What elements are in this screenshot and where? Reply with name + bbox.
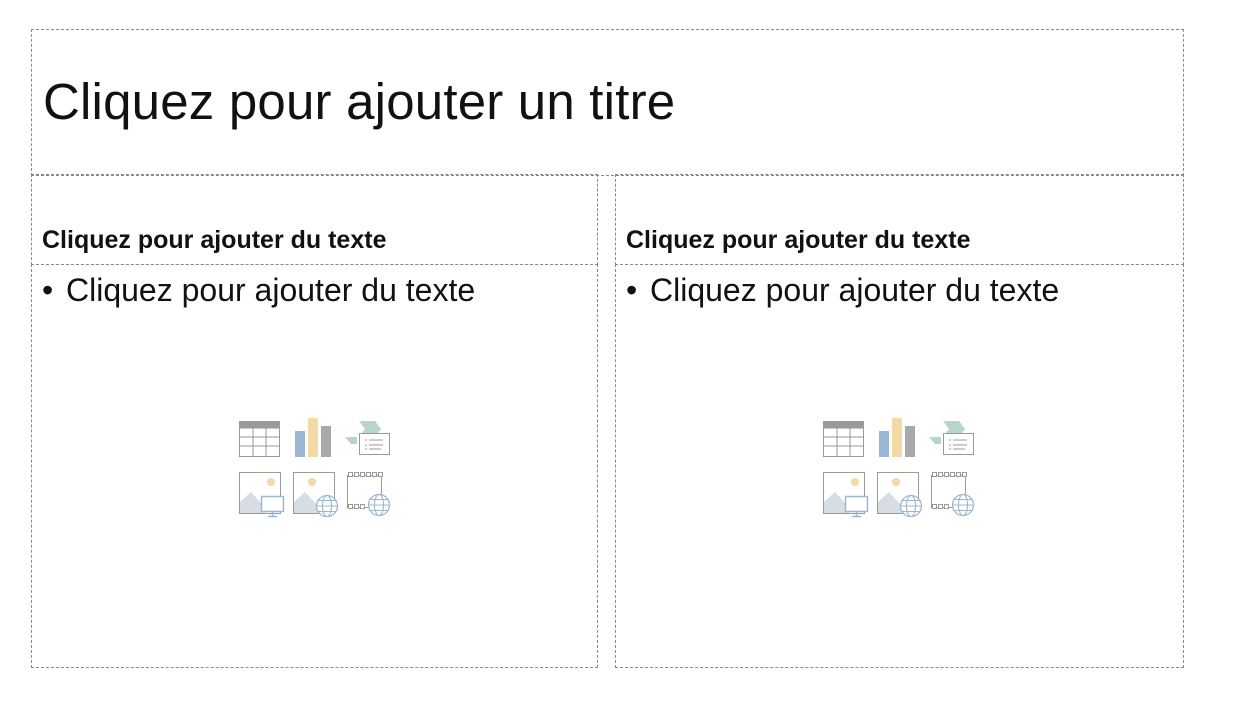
left-content-placeholder[interactable]: • Cliquez pour ajouter du texte [31,264,598,668]
insert-picture-icon[interactable] [823,472,871,518]
left-bullet-text: Cliquez pour ajouter du texte [66,272,476,308]
right-content-icon-grid [823,418,979,518]
insert-online-picture-icon[interactable] [293,472,341,518]
left-header-placeholder[interactable]: Cliquez pour ajouter du texte [31,174,598,265]
insert-table-icon[interactable] [239,421,281,457]
right-header-placeholder[interactable]: Cliquez pour ajouter du texte [615,174,1184,265]
right-header-text: Cliquez pour ajouter du texte [626,226,971,254]
right-content-placeholder[interactable]: • Cliquez pour ajouter du texte [615,264,1184,668]
title-placeholder-text: Cliquez pour ajouter un titre [43,73,676,130]
insert-smartart-icon[interactable] [929,420,975,456]
insert-table-icon[interactable] [823,421,865,457]
left-content-icon-grid [239,418,395,518]
bullet-icon: • [42,272,54,308]
insert-video-icon[interactable] [931,472,979,518]
insert-video-icon[interactable] [347,472,395,518]
bullet-icon: • [626,272,638,308]
insert-picture-icon[interactable] [239,472,287,518]
left-header-text: Cliquez pour ajouter du texte [42,226,387,254]
insert-chart-icon[interactable] [878,418,918,458]
insert-online-picture-icon[interactable] [877,472,925,518]
insert-chart-icon[interactable] [294,418,334,458]
insert-smartart-icon[interactable] [345,420,391,456]
title-placeholder[interactable]: Cliquez pour ajouter un titre [31,29,1184,176]
right-bullet-text: Cliquez pour ajouter du texte [650,272,1060,308]
left-bullet-line: • Cliquez pour ajouter du texte [42,272,475,309]
right-bullet-line: • Cliquez pour ajouter du texte [626,272,1059,309]
